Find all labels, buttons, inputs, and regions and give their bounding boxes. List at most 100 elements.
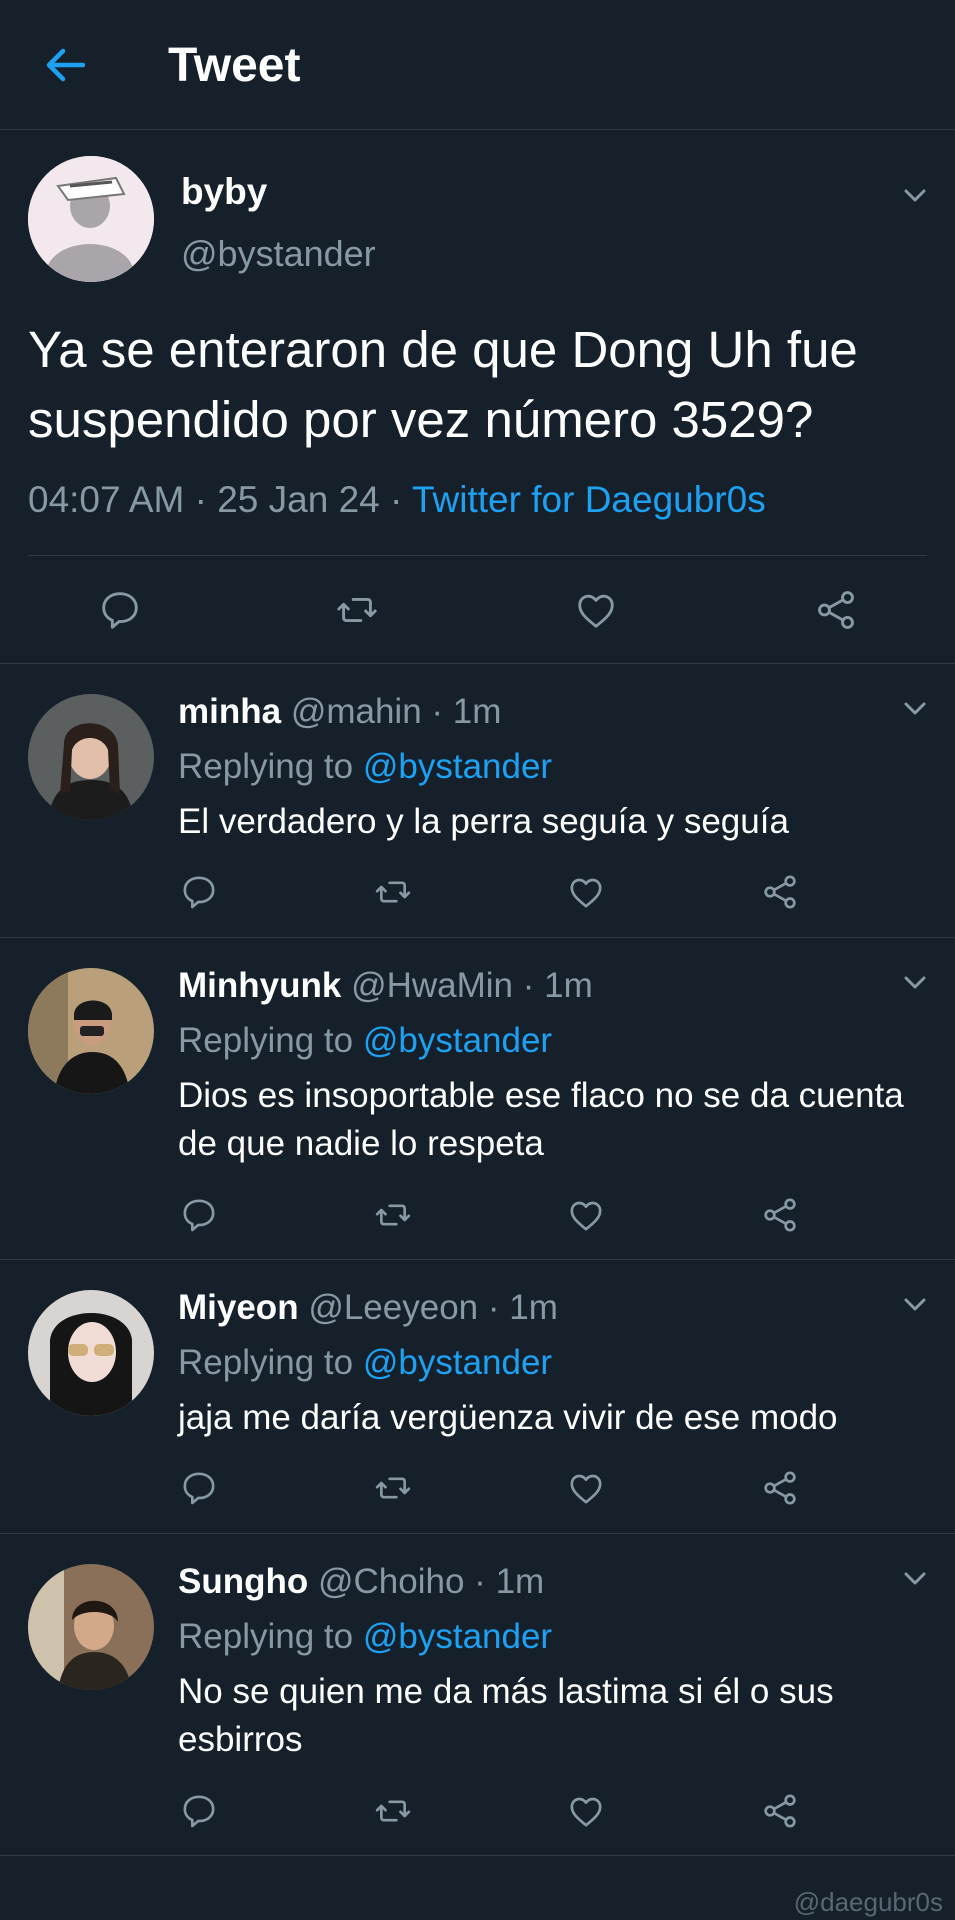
reply-button[interactable] (177, 1789, 221, 1833)
like-button[interactable] (564, 1789, 608, 1833)
replying-to-link[interactable]: @bystander (363, 747, 552, 786)
more-options-button[interactable] (898, 692, 932, 726)
retweet-icon (337, 598, 377, 622)
reply-author-handle[interactable]: @Leeyeon (308, 1288, 478, 1327)
heart-icon (570, 1201, 602, 1231)
chevron-down-icon (904, 1298, 926, 1311)
reply-tweet[interactable]: Minhyunk @HwaMin · 1m Replying to @bysta… (0, 938, 955, 1260)
retweet-button[interactable] (370, 1789, 416, 1833)
top-bar: Tweet (0, 0, 955, 130)
avatar-image (28, 1564, 154, 1690)
reply-text: jaja me daría vergüenza vivir de ese mod… (178, 1398, 838, 1437)
reply-button[interactable] (177, 1193, 221, 1237)
retweet-icon (375, 1204, 411, 1226)
like-button[interactable] (564, 1466, 608, 1510)
heart-icon (570, 878, 602, 908)
heart-icon (570, 1474, 602, 1504)
main-tweet: byby @bystander Ya se enteraron de que D… (0, 131, 955, 664)
like-button[interactable] (564, 870, 608, 914)
reply-icon (183, 876, 215, 909)
replying-to-link[interactable]: @bystander (363, 1021, 552, 1060)
reply-button[interactable] (94, 584, 146, 636)
replying-to-prefix: Replying to (178, 747, 354, 786)
separator: · (194, 479, 207, 520)
avatar[interactable] (28, 1290, 154, 1416)
replying-to: Replying to @bystander (178, 1343, 552, 1383)
tweet-time: 04:07 AM (28, 479, 185, 520)
more-options-button[interactable] (898, 179, 932, 213)
reply-header: minha @mahin · 1m (178, 692, 501, 732)
reply-time: 1m (544, 966, 593, 1005)
author-name[interactable]: byby (181, 171, 267, 213)
reply-text: No se quien me da más lastima si él o su… (178, 1672, 834, 1759)
retweet-button[interactable] (370, 1193, 416, 1237)
avatar[interactable] (28, 694, 154, 820)
reply-author-name[interactable]: Sungho (178, 1562, 308, 1601)
replying-to: Replying to @bystander (178, 747, 552, 787)
share-icon (764, 1198, 796, 1232)
avatar[interactable] (28, 968, 154, 1094)
reply-author-name[interactable]: minha (178, 692, 281, 731)
tweet-date: 25 Jan 24 (217, 479, 380, 520)
share-button[interactable] (758, 870, 802, 914)
tweet-source-link[interactable]: Twitter for Daegubr0s (412, 479, 766, 520)
reply-icon (183, 1199, 215, 1232)
retweet-icon (375, 1477, 411, 1499)
reply-author-handle[interactable]: @mahin (291, 692, 422, 731)
retweet-button[interactable] (370, 870, 416, 914)
reply-text: Dios es insoportable ese flaco no se da … (178, 1076, 904, 1163)
more-options-button[interactable] (898, 1562, 932, 1596)
tweet-meta: 04:07 AM · 25 Jan 24 · Twitter for Daegu… (28, 479, 766, 521)
more-options-button[interactable] (898, 966, 932, 1000)
share-button[interactable] (758, 1789, 802, 1833)
reply-author-name[interactable]: Miyeon (178, 1288, 299, 1327)
replying-to-link[interactable]: @bystander (363, 1617, 552, 1656)
avatar[interactable] (28, 156, 154, 282)
replying-to-prefix: Replying to (178, 1617, 354, 1656)
separator: · (487, 1288, 500, 1327)
avatar-image (28, 968, 154, 1094)
replying-to: Replying to @bystander (178, 1617, 552, 1657)
retweet-icon (375, 1800, 411, 1822)
tweet-actions (0, 556, 955, 664)
replying-to-prefix: Replying to (178, 1021, 354, 1060)
reply-time: 1m (495, 1562, 545, 1601)
avatar[interactable] (28, 1564, 154, 1690)
share-button[interactable] (758, 1193, 802, 1237)
reply-author-name[interactable]: Minhyunk (178, 966, 341, 1005)
separator: · (431, 692, 444, 731)
watermark: @daegubr0s (793, 1887, 943, 1917)
reply-author-handle[interactable]: @Choiho (318, 1562, 464, 1601)
share-icon (818, 591, 854, 629)
reply-button[interactable] (177, 870, 221, 914)
retweet-icon (375, 881, 411, 903)
separator: · (390, 479, 403, 520)
author-handle[interactable]: @bystander (181, 233, 376, 275)
reply-tweet[interactable]: minha @mahin · 1m Replying to @bystander… (0, 664, 955, 938)
share-button[interactable] (758, 1466, 802, 1510)
retweet-button[interactable] (330, 584, 384, 636)
replying-to-link[interactable]: @bystander (363, 1343, 552, 1382)
chevron-down-icon (904, 189, 926, 202)
retweet-button[interactable] (370, 1466, 416, 1510)
avatar-image (28, 156, 154, 282)
tweet-text: Ya se enteraron de que Dong Uh fue suspe… (28, 321, 858, 448)
replying-to: Replying to @bystander (178, 1021, 552, 1061)
like-button[interactable] (570, 584, 622, 636)
heart-icon (570, 1797, 602, 1827)
share-icon (764, 1794, 796, 1828)
share-button[interactable] (810, 584, 862, 636)
reply-icon (183, 1472, 215, 1505)
like-button[interactable] (564, 1193, 608, 1237)
reply-time: 1m (452, 692, 502, 731)
more-options-button[interactable] (898, 1288, 932, 1322)
reply-header: Miyeon @Leeyeon · 1m (178, 1288, 558, 1328)
reply-header: Minhyunk @HwaMin · 1m (178, 966, 593, 1006)
avatar-image (28, 694, 154, 820)
back-button[interactable] (38, 38, 92, 92)
avatar-image (28, 1290, 154, 1416)
reply-tweet[interactable]: Miyeon @Leeyeon · 1m Replying to @bystan… (0, 1260, 955, 1534)
reply-button[interactable] (177, 1466, 221, 1510)
reply-author-handle[interactable]: @HwaMin (351, 966, 513, 1005)
reply-tweet[interactable]: Sungho @Choiho · 1m Replying to @bystand… (0, 1534, 955, 1856)
